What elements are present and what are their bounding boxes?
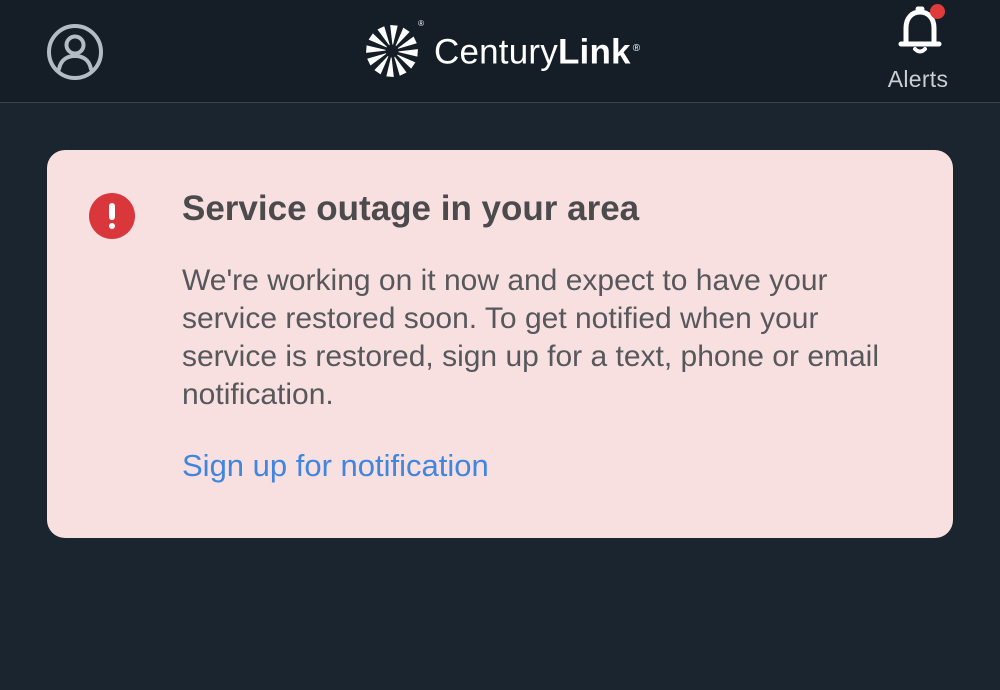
logo-ray: [390, 25, 398, 45]
profile-button[interactable]: [46, 23, 104, 81]
alerts-button[interactable]: Alerts: [878, 2, 958, 98]
user-circle-icon: [47, 24, 103, 80]
brand-logo: ® CenturyLink ®: [364, 19, 640, 82]
brand-registered-mark: ®: [632, 43, 641, 55]
bell-icon-wrap: [898, 4, 945, 54]
brand-wordmark: CenturyLink ®: [434, 20, 640, 82]
logo-ray: [366, 45, 386, 53]
app-header: ® CenturyLink ® Alerts: [0, 0, 1000, 103]
logo-ray: [386, 57, 394, 77]
service-outage-card: Service outage in your area We're workin…: [47, 150, 953, 538]
exclamation-circle-icon: [89, 193, 135, 239]
brand-name-second: Link: [557, 32, 631, 72]
brand-name-first: Century: [434, 32, 558, 72]
centurylink-starburst-logo: ®: [364, 19, 424, 79]
outage-message: We're working on it now and expect to ha…: [182, 264, 880, 411]
unread-indicator-dot: [930, 4, 945, 19]
logo-registered-mark: ®: [418, 19, 424, 28]
logo-ray: [398, 49, 418, 57]
outage-title: Service outage in your area: [182, 189, 640, 228]
alerts-label: Alerts: [887, 66, 949, 92]
sign-up-notification-link[interactable]: Sign up for notification: [182, 446, 489, 486]
